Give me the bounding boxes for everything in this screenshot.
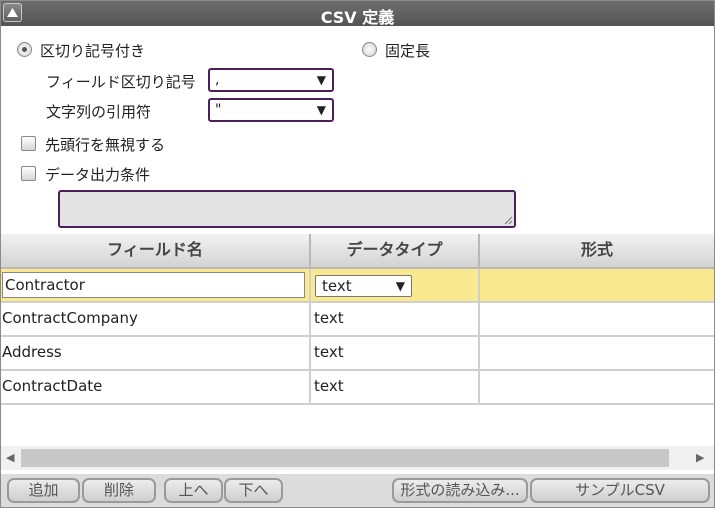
format-cell[interactable] (480, 371, 714, 405)
field-name-cell[interactable]: Contractor (1, 269, 311, 303)
add-button[interactable]: 追加 (7, 478, 80, 503)
window-title: CSV 定義 (320, 8, 395, 27)
field-name-input[interactable]: Contractor (2, 272, 305, 298)
quote-char-value: " (215, 102, 222, 118)
table-row[interactable]: ContractCompany text (1, 303, 714, 337)
fixed-length-label: 固定長 (385, 42, 431, 60)
field-name-cell[interactable]: ContractDate (1, 371, 311, 405)
data-type-cell[interactable]: text (311, 371, 480, 405)
data-type-cell[interactable]: text (311, 303, 480, 337)
data-type-select[interactable]: text ▼ (315, 275, 412, 297)
column-header-data-type[interactable]: データタイプ (311, 234, 480, 269)
field-separator-label: フィールド区切り記号 (46, 73, 196, 91)
scrollbar-thumb[interactable] (21, 449, 669, 467)
dropdown-arrow-icon: ▼ (395, 279, 405, 293)
field-name-cell[interactable]: Address (1, 337, 311, 371)
quote-char-select[interactable]: " ▼ (208, 98, 334, 122)
delete-button[interactable]: 削除 (82, 478, 156, 503)
horizontal-scrollbar[interactable]: ◀ ▶ (1, 446, 714, 470)
format-cell[interactable] (480, 337, 714, 371)
skip-header-label: 先頭行を無視する (45, 136, 166, 154)
data-type-cell[interactable]: text ▼ (311, 269, 480, 303)
table-row[interactable]: Address text (1, 337, 714, 371)
column-header-format[interactable]: 形式 (480, 234, 714, 269)
fixed-length-radio[interactable] (362, 42, 377, 57)
table-row[interactable]: ContractDate text (1, 371, 714, 405)
button-bar: 追加 削除 上へ 下へ 形式の読み込み... サンプルCSV (1, 474, 714, 507)
table-row-selected[interactable]: Contractor text ▼ (1, 269, 714, 303)
scroll-right-icon[interactable]: ▶ (696, 451, 704, 464)
field-separator-value: , (215, 72, 220, 88)
scroll-left-icon[interactable]: ◀ (6, 451, 14, 464)
field-separator-select[interactable]: , ▼ (208, 68, 334, 92)
load-format-button[interactable]: 形式の読み込み... (392, 478, 528, 503)
output-condition-textarea[interactable] (58, 190, 516, 228)
format-cell[interactable] (480, 303, 714, 337)
delimited-label: 区切り記号付き (40, 42, 146, 60)
data-type-cell[interactable]: text (311, 337, 480, 371)
column-header-field-name[interactable]: フィールド名 (1, 234, 311, 269)
dropdown-arrow-icon: ▼ (316, 73, 326, 87)
move-up-button[interactable]: 上へ (164, 478, 223, 503)
csv-definition-window: CSV 定義 区切り記号付き 固定長 フィールド区切り記号 , ▼ 文字列の引用… (0, 0, 715, 508)
move-down-button[interactable]: 下へ (224, 478, 283, 503)
sample-csv-button[interactable]: サンプルCSV (530, 478, 710, 503)
resize-grip-icon[interactable] (503, 215, 513, 225)
format-cell[interactable] (480, 269, 714, 303)
delimited-radio[interactable] (17, 42, 32, 57)
skip-header-checkbox[interactable] (21, 136, 36, 151)
field-name-cell[interactable]: ContractCompany (1, 303, 311, 337)
data-type-value: text (322, 277, 352, 295)
quote-char-label: 文字列の引用符 (46, 103, 152, 121)
output-condition-checkbox[interactable] (21, 166, 36, 181)
title-bar: CSV 定義 (1, 1, 714, 27)
dropdown-arrow-icon: ▼ (316, 103, 326, 117)
output-condition-label: データ出力条件 (45, 166, 151, 184)
